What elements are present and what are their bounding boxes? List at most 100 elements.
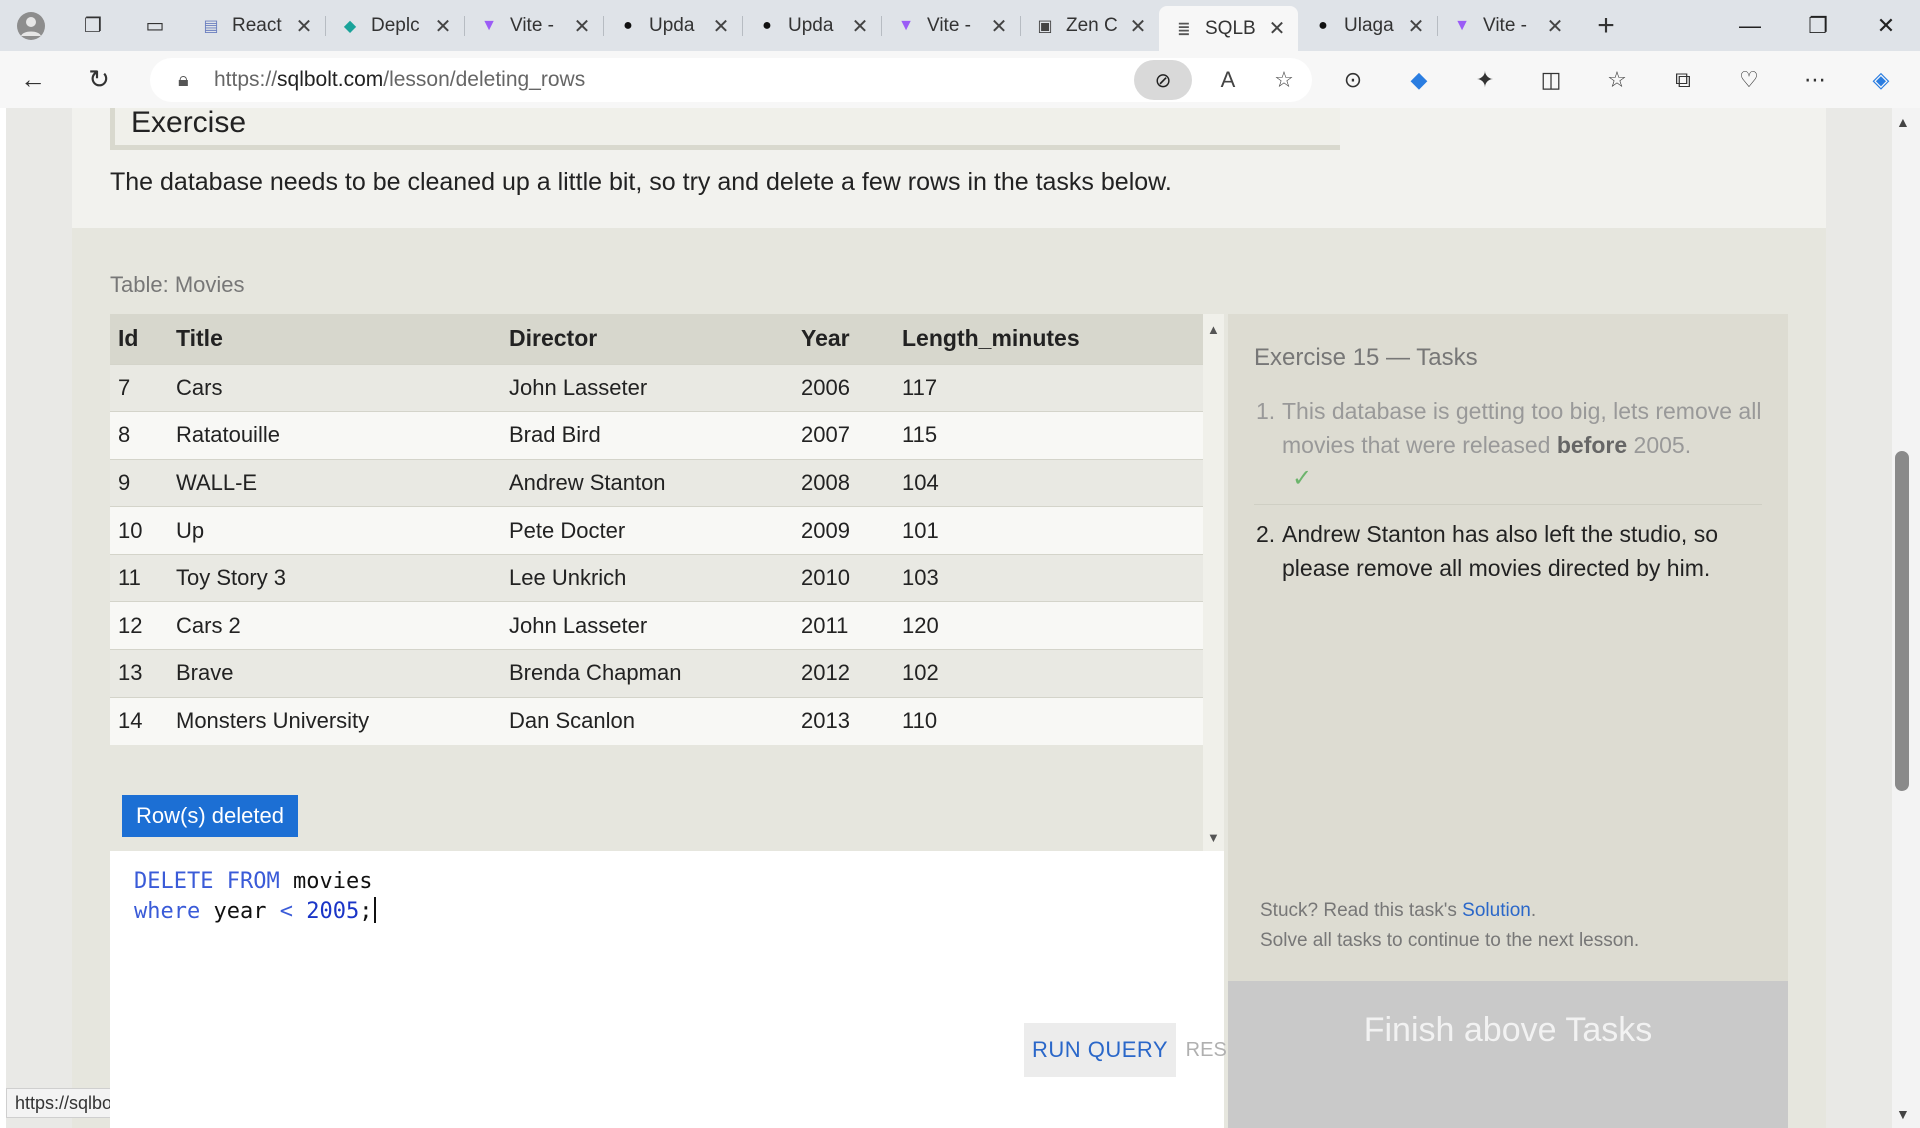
tab-3[interactable]: ● Upda ✕ [603, 6, 742, 46]
table-cell: 101 [902, 506, 1203, 555]
table-cell: 11 [110, 553, 176, 602]
close-tab-icon[interactable]: ✕ [849, 14, 871, 39]
github-icon: ● [623, 17, 633, 34]
table-cell: 117 [902, 363, 1203, 412]
read-aloud-icon[interactable]: A [1200, 67, 1256, 93]
close-tab-icon[interactable]: ✕ [432, 14, 454, 39]
tab-title: Vite - [927, 15, 972, 36]
scroll-down-icon[interactable]: ▼ [1207, 830, 1220, 845]
tab-6[interactable]: ▣ Zen C ✕ [1020, 6, 1159, 46]
solution-link[interactable]: Solution [1462, 900, 1531, 921]
collections-icon[interactable]: ⧉ [1650, 51, 1716, 108]
table-cell: 115 [902, 411, 1203, 460]
close-tab-icon[interactable]: ✕ [1544, 14, 1566, 39]
table-cell: 10 [110, 506, 176, 555]
tracking-prevention-icon[interactable]: ⊘ [1134, 60, 1192, 100]
github-icon: ● [762, 17, 772, 34]
table-cell: 2013 [801, 696, 902, 745]
exercise-intro: The database needs to be cleaned up a li… [110, 168, 1172, 196]
tab-title: React [232, 15, 282, 36]
tab-2[interactable]: ▼ Vite - ✕ [464, 6, 603, 46]
table-row: 7 Cars John Lasseter 2006 117 [110, 363, 1203, 412]
more-menu-icon[interactable]: ⋯ [1782, 51, 1848, 108]
scroll-up-icon[interactable]: ▲ [1207, 322, 1220, 337]
tab-title: Zen C [1066, 15, 1118, 36]
copilot-icon[interactable]: ◈ [1848, 51, 1914, 108]
doc-icon: ▤ [203, 18, 219, 35]
task-item-2: 2. Andrew Stanton has also left the stud… [1254, 517, 1762, 585]
table-cell: Brenda Chapman [509, 649, 801, 698]
task-text: Andrew Stanton has also left the studio,… [1282, 521, 1718, 581]
close-tab-icon[interactable]: ✕ [1127, 14, 1149, 39]
close-tab-icon[interactable]: ✕ [988, 14, 1010, 39]
address-field[interactable]: 🔒︎ https://sqlbolt.com/lesson/deleting_r… [150, 58, 1312, 102]
tab-4[interactable]: ● Upda ✕ [742, 6, 881, 46]
close-tab-icon[interactable]: ✕ [571, 14, 593, 39]
table-cell: 2007 [801, 411, 902, 460]
minimize-icon[interactable]: — [1716, 0, 1784, 51]
tab-5[interactable]: ▼ Vite - ✕ [881, 6, 1020, 46]
results-table-container[interactable]: Id Title Director Year Length_minutes 7 Cars J… [110, 314, 1203, 851]
column-header: Year [801, 314, 902, 364]
exercise-heading-box: Exercise [110, 106, 1340, 150]
task-item-1: 1. This database is getting too big, let… [1254, 394, 1762, 505]
table-cell: Toy Story 3 [176, 553, 509, 602]
table-cell: 103 [902, 553, 1203, 602]
restore-icon[interactable]: ❐ [1784, 0, 1852, 51]
tab-7[interactable]: ≣ SQLB ✕ [1159, 6, 1298, 51]
tab-1[interactable]: ◆ Deplc ✕ [325, 6, 464, 46]
shield-extension-icon[interactable]: ◆ [1386, 51, 1452, 108]
table-cell: 2009 [801, 506, 902, 555]
query-code[interactable]: DELETE FROM movies where year < 2005; [134, 867, 377, 927]
tasks-heading: Exercise 15 — Tasks [1254, 344, 1478, 371]
table-cell: Monsters University [176, 696, 509, 745]
help-text: Stuck? Read this task's Solution. Solve … [1260, 896, 1639, 956]
table-cell: 2011 [801, 601, 902, 650]
table-cell: 2010 [801, 553, 902, 602]
github-icon: ● [1318, 17, 1328, 34]
tab-bar: ❐ ▭ ▤ React ✕ ◆ Deplc ✕ ▼ Vite - ✕ ● Upda ✕ ● Upda ✕ ▼ V… [0, 0, 1920, 51]
page-scroll-down-icon[interactable]: ▼ [1896, 1106, 1910, 1122]
tab-8[interactable]: ● Ulaga ✕ [1298, 6, 1437, 46]
workspaces-icon[interactable]: ❐ [62, 0, 124, 51]
results-scrollbar[interactable]: ▲ ▼ [1203, 314, 1224, 851]
favorite-star-icon[interactable]: ☆ [1256, 67, 1312, 93]
performance-icon[interactable]: ♡ [1716, 51, 1782, 108]
profile-avatar-icon[interactable] [0, 0, 62, 51]
close-tab-icon[interactable]: ✕ [293, 14, 315, 39]
movies-table: Id Title Director Year Length_minutes 7 Cars J… [110, 314, 1203, 745]
help-line-2: Solve all tasks to continue to the next … [1260, 930, 1640, 951]
query-editor[interactable]: DELETE FROM movies where year < 2005; RU… [110, 851, 1252, 1128]
run-query-button[interactable]: RUN QUERY [1024, 1023, 1176, 1077]
page-scroll-up-icon[interactable]: ▲ [1896, 114, 1910, 130]
finish-tasks-button[interactable]: Finish above Tasks [1228, 981, 1788, 1128]
close-tab-icon[interactable]: ✕ [1266, 16, 1288, 41]
table-row: 10 Up Pete Docter 2009 101 [110, 506, 1203, 555]
table-cell: Cars 2 [176, 601, 509, 650]
tab-title: Vite - [1483, 15, 1528, 36]
close-tab-icon[interactable]: ✕ [710, 14, 732, 39]
tab-9[interactable]: ▼ Vite - ✕ [1437, 6, 1576, 46]
extension-icon[interactable]: ⊙ [1320, 51, 1386, 108]
checkmark-icon: ✓ [1292, 465, 1313, 492]
page-scrollbar[interactable]: ▲ ▼ [1892, 108, 1920, 1128]
split-screen-icon[interactable]: ◫ [1518, 51, 1584, 108]
lock-icon[interactable]: 🔒︎ [178, 69, 214, 92]
extensions-puzzle-icon[interactable]: ✦ [1452, 51, 1518, 108]
new-tab-button[interactable]: + [1576, 0, 1636, 51]
favorites-icon[interactable]: ☆ [1584, 51, 1650, 108]
finish-tasks-label: Finish above Tasks [1363, 1011, 1653, 1049]
tab-title: Deplc [371, 15, 420, 36]
table-cell: 120 [902, 601, 1203, 650]
tab-actions-icon[interactable]: ▭ [124, 0, 186, 51]
close-window-icon[interactable]: ✕ [1852, 0, 1920, 51]
tab-0[interactable]: ▤ React ✕ [186, 6, 325, 46]
table-cell: 2006 [801, 363, 902, 412]
close-tab-icon[interactable]: ✕ [1405, 14, 1427, 39]
help-suffix: . [1530, 900, 1537, 921]
refresh-icon[interactable]: ↻ [66, 51, 132, 108]
table-cell: Ratatouille [176, 411, 509, 460]
table-cell: 104 [902, 458, 1203, 507]
page-scroll-thumb[interactable] [1895, 451, 1909, 791]
back-icon[interactable]: ← [0, 51, 66, 108]
